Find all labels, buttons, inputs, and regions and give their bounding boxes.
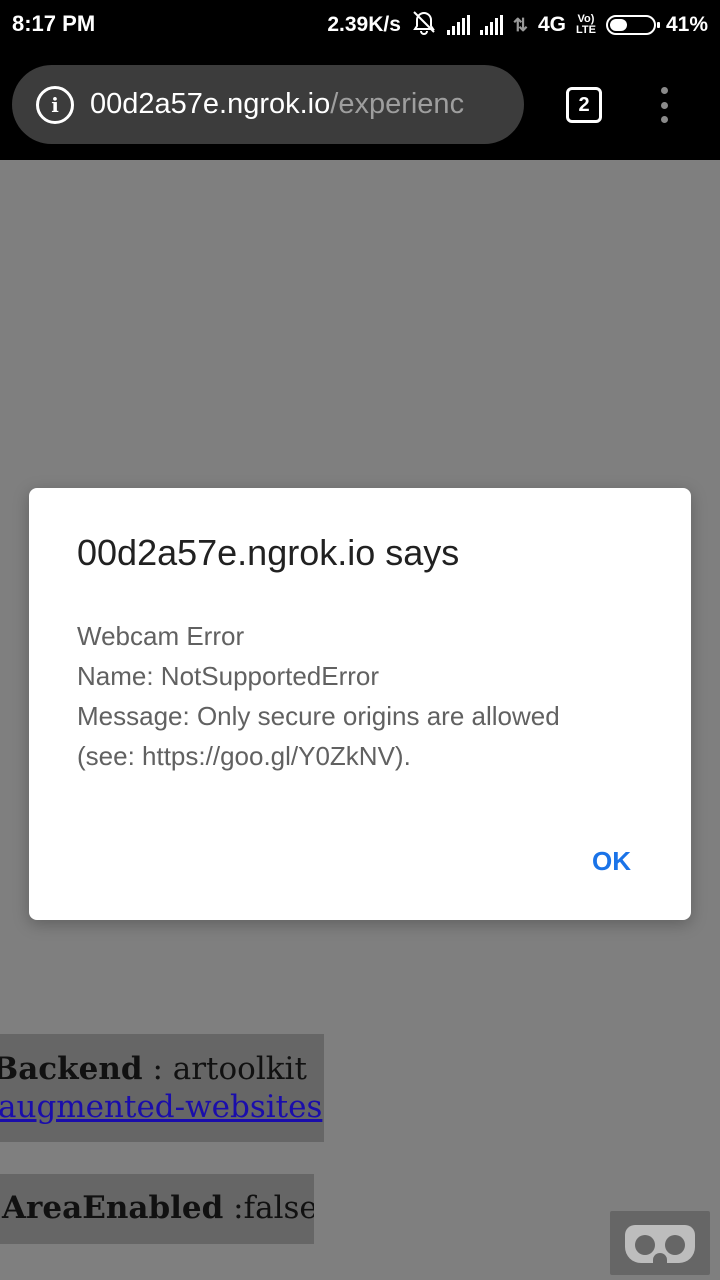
dialog-line: Name: NotSupportedError: [77, 661, 380, 691]
backend-line: Backend : artoolkit: [0, 1050, 324, 1088]
battery-percent: 41%: [665, 13, 708, 36]
alert-dialog: 00d2a57e.ngrok.io says Webcam Error Name…: [29, 488, 691, 920]
network-speed: 2.39K/s: [327, 13, 401, 36]
dialog-line: (see: https://goo.gl/Y0ZkNV).: [77, 741, 411, 771]
area-info-box: AreaEnabled :false: [0, 1174, 314, 1244]
area-label: AreaEnabled: [2, 1190, 224, 1226]
tabs-icon[interactable]: 2: [566, 87, 602, 123]
battery-fill: [609, 19, 627, 31]
data-arrows-icon: ⇅: [512, 14, 528, 35]
network-type: 4G: [537, 13, 566, 36]
volte-icon: Vo) LTE: [576, 14, 596, 36]
backend-value: : artoolkit: [142, 1051, 307, 1087]
more-vert-icon[interactable]: [658, 87, 670, 123]
dialog-line: Webcam Error: [77, 621, 245, 651]
backend-label: Backend: [0, 1051, 143, 1087]
signal-icon: [446, 15, 470, 35]
battery-tip: [656, 22, 660, 28]
alarm-off-icon: [411, 9, 437, 41]
info-icon[interactable]: i: [36, 85, 74, 124]
url-path: /experienc: [330, 88, 465, 120]
augmented-websites-link[interactable]: augmented-websites: [0, 1088, 324, 1126]
status-icons: 2.39K/s ⇅ 4G Vo) LTE 41%: [327, 11, 708, 39]
ok-button[interactable]: OK: [592, 846, 631, 877]
backend-info-box: Backend : artoolkit augmented-websites: [0, 1034, 324, 1142]
url-bar[interactable]: i 00d2a57e.ngrok.io/experienc: [12, 65, 524, 144]
browser-toolbar: i 00d2a57e.ngrok.io/experienc 2: [0, 50, 720, 160]
dialog-message: Webcam Error Name: NotSupportedError Mes…: [77, 616, 657, 776]
vr-goggles-icon[interactable]: [610, 1211, 710, 1275]
signal-icon: [479, 15, 503, 35]
url-text[interactable]: 00d2a57e.ngrok.io/experienc: [90, 88, 464, 121]
battery-icon: [605, 15, 660, 35]
dialog-title: 00d2a57e.ngrok.io says: [77, 532, 460, 573]
url-host: 00d2a57e.ngrok.io: [90, 88, 331, 120]
vr-goggles-shape: [625, 1225, 695, 1265]
dialog-line: Message: Only secure origins are allowed: [77, 701, 560, 731]
volte-bottom: LTE: [576, 24, 596, 36]
status-time: 8:17 PM: [12, 11, 96, 36]
status-bar: 8:17 PM 2.39K/s ⇅ 4G Vo) LTE 41%: [0, 0, 720, 50]
area-value: :false: [223, 1190, 314, 1226]
